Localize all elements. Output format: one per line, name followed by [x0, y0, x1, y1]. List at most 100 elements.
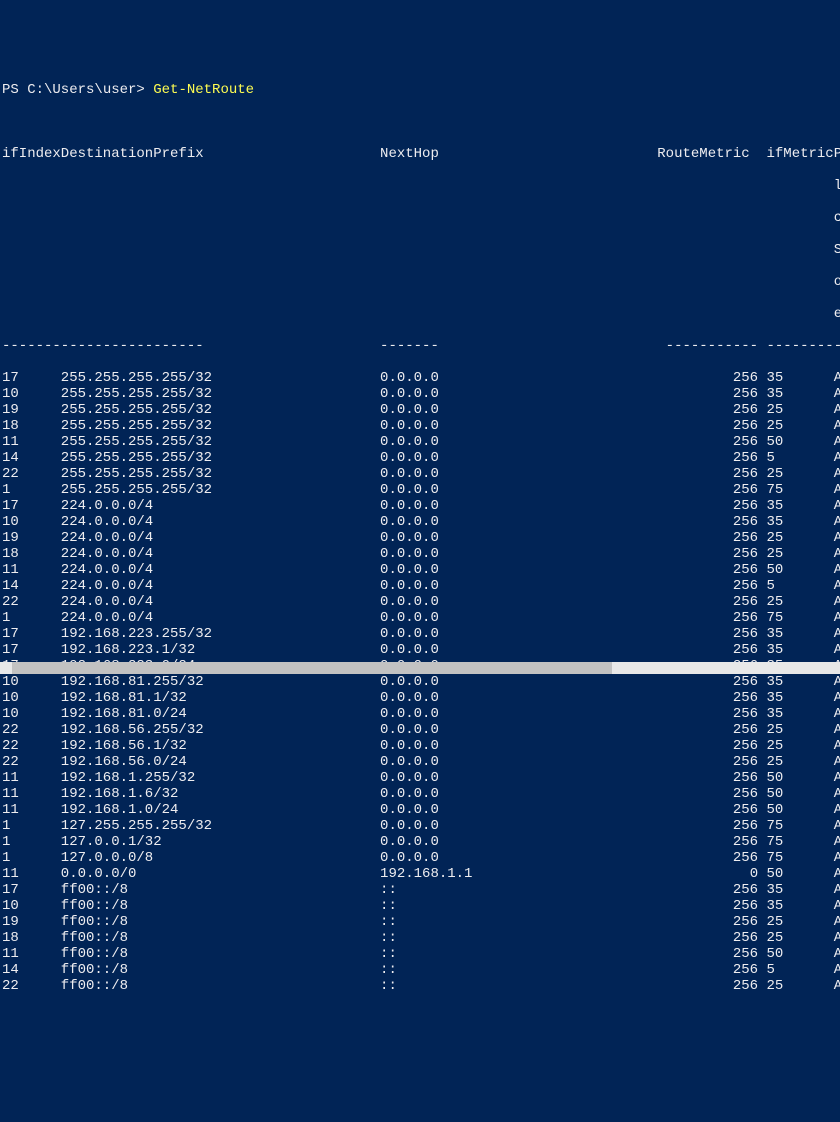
- cell-nexthop: 0.0.0.0: [380, 562, 657, 578]
- prompt-line: PS C:\Users\user> Get-NetRoute: [2, 82, 840, 98]
- separator-row: ----------------------------------------…: [2, 338, 840, 354]
- cell-destinationprefix: 127.0.0.1/32: [61, 834, 380, 850]
- cell-ifindex: 17: [2, 626, 61, 642]
- cell-destinationprefix: 192.168.56.1/32: [61, 738, 380, 754]
- table-body: 17255.255.255.255/320.0.0.025635Ac10255.…: [2, 370, 840, 994]
- table-row: 17255.255.255.255/320.0.0.025635Ac: [2, 370, 840, 386]
- cell-destinationprefix: 255.255.255.255/32: [61, 402, 380, 418]
- cell-nexthop: 0.0.0.0: [380, 370, 657, 386]
- cell-routemetric: 256: [657, 818, 758, 834]
- header-routemetric: RouteMetric: [657, 146, 758, 162]
- cell-destinationprefix: 192.168.1.255/32: [61, 770, 380, 786]
- cell-destinationprefix: 192.168.223.1/32: [61, 642, 380, 658]
- cell-routemetric: 256: [657, 466, 758, 482]
- table-row: 19224.0.0.0/40.0.0.025625Ac: [2, 530, 840, 546]
- cell-nexthop: 0.0.0.0: [380, 466, 657, 482]
- cell-ifmetric: 50: [758, 786, 834, 802]
- powershell-terminal[interactable]: PS C:\Users\user> Get-NetRoute ifIndexDe…: [0, 64, 840, 1010]
- cell-ifindex: 11: [2, 770, 61, 786]
- table-row: 22192.168.56.255/320.0.0.025625Ac: [2, 722, 840, 738]
- cell-policystore: Ac: [834, 978, 840, 994]
- table-row: 110.0.0.0/0192.168.1.1050Ac: [2, 866, 840, 882]
- cell-destinationprefix: ff00::/8: [61, 946, 380, 962]
- cell-ifindex: 10: [2, 386, 61, 402]
- cell-destinationprefix: 0.0.0.0/0: [61, 866, 380, 882]
- cell-ifindex: 17: [2, 370, 61, 386]
- cell-routemetric: 256: [657, 962, 758, 978]
- cell-destinationprefix: 255.255.255.255/32: [61, 450, 380, 466]
- cell-destinationprefix: ff00::/8: [61, 898, 380, 914]
- cell-ifmetric: 50: [758, 434, 834, 450]
- cell-destinationprefix: 127.255.255.255/32: [61, 818, 380, 834]
- cell-nexthop: 0.0.0.0: [380, 594, 657, 610]
- cell-nexthop: 0.0.0.0: [380, 482, 657, 498]
- cell-policystore: Ac: [834, 418, 840, 434]
- cell-policystore: Ac: [834, 514, 840, 530]
- cell-ifindex: 10: [2, 898, 61, 914]
- cell-ifmetric: 25: [758, 754, 834, 770]
- cell-destinationprefix: 224.0.0.0/4: [61, 594, 380, 610]
- cell-policystore: Ac: [834, 786, 840, 802]
- cell-destinationprefix: 224.0.0.0/4: [61, 514, 380, 530]
- cell-ifindex: 22: [2, 978, 61, 994]
- cell-ifmetric: 75: [758, 850, 834, 866]
- cell-destinationprefix: ff00::/8: [61, 930, 380, 946]
- cell-nexthop: 0.0.0.0: [380, 690, 657, 706]
- table-row: 11192.168.1.6/320.0.0.025650Ac: [2, 786, 840, 802]
- cell-nexthop: 0.0.0.0: [380, 754, 657, 770]
- cell-routemetric: 256: [657, 706, 758, 722]
- cell-routemetric: 256: [657, 690, 758, 706]
- cell-ifindex: 1: [2, 818, 61, 834]
- cell-ifindex: 22: [2, 466, 61, 482]
- cell-ifindex: 1: [2, 610, 61, 626]
- sep-dest: -----------------: [61, 338, 380, 354]
- cell-policystore: Ac: [834, 546, 840, 562]
- cell-destinationprefix: 192.168.1.6/32: [61, 786, 380, 802]
- cell-policystore: Ac: [834, 834, 840, 850]
- cell-policystore: Ac: [834, 626, 840, 642]
- table-row: 14224.0.0.0/40.0.0.02565Ac: [2, 578, 840, 594]
- cell-destinationprefix: 192.168.81.255/32: [61, 674, 380, 690]
- cell-policystore: Ac: [834, 914, 840, 930]
- table-row: 14ff00::/8::2565Ac: [2, 962, 840, 978]
- cell-routemetric: 256: [657, 946, 758, 962]
- cell-ifmetric: 35: [758, 690, 834, 706]
- cell-destinationprefix: ff00::/8: [61, 882, 380, 898]
- cell-destinationprefix: 192.168.81.0/24: [61, 706, 380, 722]
- cell-ifmetric: 35: [758, 674, 834, 690]
- cell-nexthop: 0.0.0.0: [380, 386, 657, 402]
- cell-nexthop: 0.0.0.0: [380, 770, 657, 786]
- cell-ifmetric: 75: [758, 482, 834, 498]
- command: Get-NetRoute: [153, 82, 254, 98]
- cell-routemetric: 256: [657, 770, 758, 786]
- cell-policystore: Ac: [834, 482, 840, 498]
- cell-nexthop: 0.0.0.0: [380, 722, 657, 738]
- cell-routemetric: 256: [657, 418, 758, 434]
- cell-nexthop: 0.0.0.0: [380, 706, 657, 722]
- cell-routemetric: 256: [657, 482, 758, 498]
- cell-ifindex: 1: [2, 482, 61, 498]
- horizontal-scrollbar[interactable]: [0, 662, 840, 674]
- cell-ifindex: 11: [2, 946, 61, 962]
- cell-policystore: Ac: [834, 466, 840, 482]
- cell-destinationprefix: 192.168.81.1/32: [61, 690, 380, 706]
- table-row: 10255.255.255.255/320.0.0.025635Ac: [2, 386, 840, 402]
- cell-ifindex: 22: [2, 594, 61, 610]
- cell-nexthop: 0.0.0.0: [380, 546, 657, 562]
- cell-destinationprefix: 255.255.255.255/32: [61, 434, 380, 450]
- cell-ifindex: 14: [2, 450, 61, 466]
- scrollbar-thumb[interactable]: [12, 662, 612, 674]
- cell-nexthop: 0.0.0.0: [380, 530, 657, 546]
- cell-ifmetric: 35: [758, 370, 834, 386]
- sep-ifindex: -------: [2, 338, 61, 354]
- cell-ifmetric: 50: [758, 866, 834, 882]
- cell-ifmetric: 35: [758, 706, 834, 722]
- cell-routemetric: 256: [657, 850, 758, 866]
- cell-routemetric: 256: [657, 898, 758, 914]
- cell-nexthop: 0.0.0.0: [380, 626, 657, 642]
- table-row: 22224.0.0.0/40.0.0.025625Ac: [2, 594, 840, 610]
- cell-nexthop: 0.0.0.0: [380, 786, 657, 802]
- cell-nexthop: 0.0.0.0: [380, 498, 657, 514]
- cell-policystore: Ac: [834, 530, 840, 546]
- table-row: 19ff00::/8::25625Ac: [2, 914, 840, 930]
